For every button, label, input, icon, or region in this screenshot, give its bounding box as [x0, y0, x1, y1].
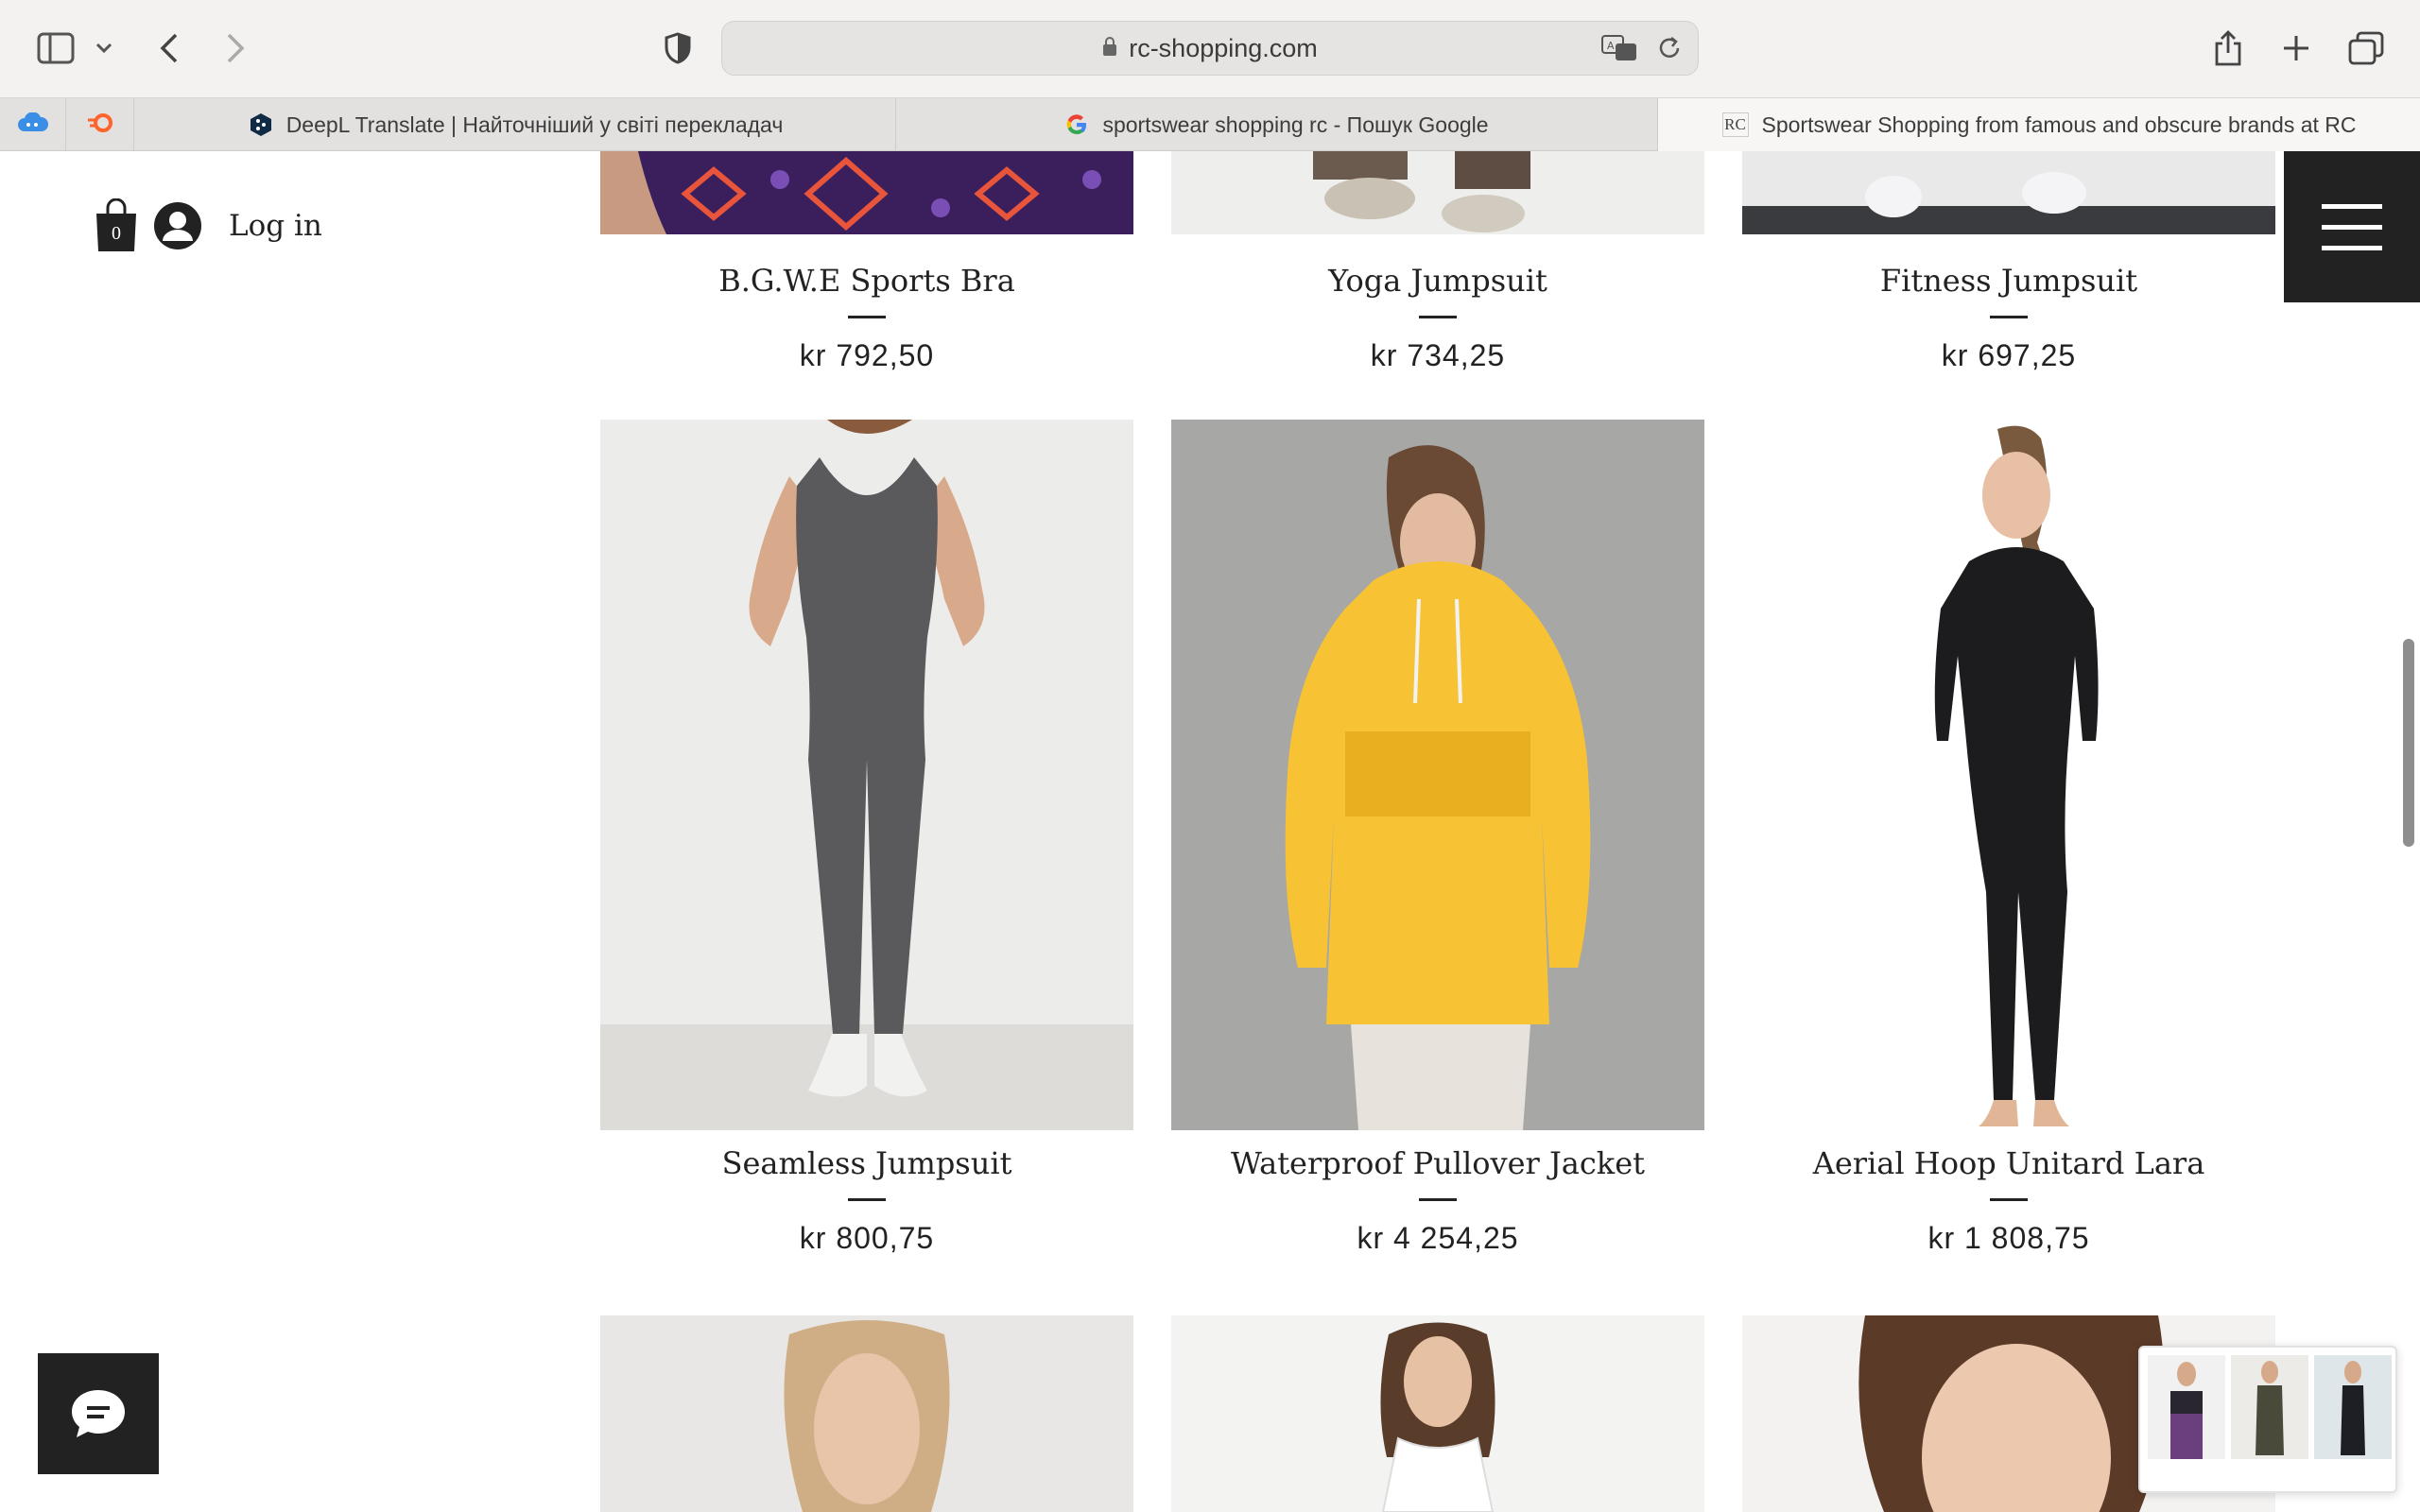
chevron-down-icon[interactable] — [79, 21, 129, 76]
recent-thumb-fitness-jumpsuit[interactable] — [2314, 1355, 2392, 1459]
product-card[interactable]: Yoga Jumpsuit kr 734,25 — [1171, 151, 1704, 397]
recent-thumb-sports-bra[interactable] — [2148, 1355, 2225, 1459]
forward-icon[interactable] — [208, 21, 263, 76]
product-card[interactable]: Fitness Jumpsuit kr 697,25 — [1742, 151, 2275, 397]
product-card[interactable] — [1171, 420, 1704, 1130]
product-price: kr 792,50 — [799, 338, 935, 372]
menu-bar — [2322, 203, 2382, 209]
title-divider — [1990, 316, 2028, 318]
pinned-tab-cloud[interactable] — [0, 98, 66, 151]
translate-icon[interactable]: A — [1601, 35, 1637, 66]
product-image[interactable] — [1742, 151, 2275, 234]
tab-title: DeepL Translate | Найточніший у світі пе… — [285, 112, 784, 137]
chat-button[interactable] — [38, 1353, 159, 1474]
cloud-icon — [17, 111, 49, 138]
cart-button[interactable]: 0 — [95, 198, 138, 253]
product-image[interactable] — [600, 151, 1133, 234]
menu-button[interactable] — [2284, 151, 2420, 302]
product-name[interactable]: B.G.W.E Sports Bra — [600, 263, 1133, 299]
browser-toolbar: rc-shopping.com A — [0, 0, 2420, 98]
lock-icon — [1102, 36, 1117, 61]
menu-bar — [2322, 224, 2382, 230]
user-avatar-icon[interactable] — [153, 201, 202, 250]
login-link[interactable]: Log in — [229, 209, 322, 243]
title-divider — [1419, 1198, 1457, 1201]
product-image[interactable] — [1171, 420, 1704, 1130]
product-price: kr 4 254,25 — [1357, 1221, 1519, 1255]
product-name[interactable]: Seamless Jumpsuit — [600, 1145, 1133, 1181]
recent-thumb-yoga-jumpsuit[interactable] — [2231, 1355, 2308, 1459]
title-divider — [1990, 1198, 2028, 1201]
chat-bubble-icon — [72, 1390, 125, 1437]
product-card[interactable] — [1171, 1315, 1704, 1512]
product-name[interactable]: Yoga Jumpsuit — [1171, 263, 1704, 299]
menu-bar — [2322, 245, 2382, 250]
product-price: kr 800,75 — [799, 1221, 935, 1255]
tab-deepl[interactable]: DeepL Translate | Найточніший у світі пе… — [136, 98, 896, 151]
tab-rc-shopping[interactable]: RC Sportswear Shopping from famous and o… — [1658, 98, 2420, 151]
product-price: kr 697,25 — [1941, 338, 2077, 372]
product-image[interactable] — [1171, 151, 1704, 234]
product-info: Aerial Hoop Unitard Lara kr 1 808,75 — [1742, 1145, 2275, 1297]
pinned-tab-semrush[interactable] — [68, 98, 134, 151]
privacy-shield-icon[interactable] — [650, 21, 705, 76]
tab-overview-icon[interactable] — [2339, 21, 2394, 76]
product-name[interactable]: Waterproof Pullover Jacket — [1171, 1145, 1704, 1181]
product-info: Seamless Jumpsuit kr 800,75 — [600, 1145, 1133, 1297]
share-icon[interactable] — [2201, 21, 2256, 76]
product-image[interactable] — [600, 1315, 1133, 1512]
site-header-left: 0 Log in — [95, 198, 322, 253]
svg-text:A: A — [1607, 40, 1615, 52]
page-scrollbar[interactable] — [2403, 639, 2414, 847]
product-image[interactable] — [1171, 1315, 1704, 1512]
sidebar-toggle-icon[interactable] — [28, 21, 83, 76]
product-card[interactable] — [600, 420, 1133, 1130]
product-price: kr 1 808,75 — [1927, 1221, 2090, 1255]
tab-title: Sportswear Shopping from famous and obsc… — [1761, 112, 2357, 137]
product-image[interactable] — [1742, 420, 2275, 1130]
title-divider — [1419, 316, 1457, 318]
back-icon[interactable] — [142, 21, 197, 76]
rc-icon: RC — [1721, 112, 1749, 137]
title-divider — [848, 316, 886, 318]
title-divider — [848, 1198, 886, 1201]
product-card[interactable] — [1742, 420, 2275, 1130]
tab-bar: DeepL Translate | Найточніший у світі пе… — [0, 98, 2420, 151]
tab-title: sportswear shopping rc - Пошук Google — [1102, 112, 1489, 137]
product-price: kr 734,25 — [1370, 338, 1506, 372]
reload-icon[interactable] — [1656, 35, 1683, 66]
tab-google[interactable]: sportswear shopping rc - Пошук Google — [896, 98, 1658, 151]
product-name[interactable]: Aerial Hoop Unitard Lara — [1742, 1145, 2275, 1181]
product-image[interactable] — [600, 420, 1133, 1130]
product-info: Waterproof Pullover Jacket kr 4 254,25 — [1171, 1145, 1704, 1297]
product-card[interactable] — [600, 1315, 1133, 1512]
google-icon — [1064, 112, 1089, 137]
page: 0 Log in B.G.W.E Sports Bra kr 792,50 Yo… — [0, 151, 2420, 1512]
new-tab-icon[interactable] — [2269, 21, 2324, 76]
recently-viewed-widget[interactable] — [2138, 1346, 2397, 1493]
semrush-icon — [86, 112, 116, 138]
deepl-icon — [249, 112, 273, 137]
url-text: rc-shopping.com — [1129, 33, 1318, 62]
product-card[interactable]: B.G.W.E Sports Bra kr 792,50 — [600, 151, 1133, 397]
address-bar[interactable]: rc-shopping.com A — [721, 21, 1699, 76]
cart-count: 0 — [112, 223, 121, 244]
product-name[interactable]: Fitness Jumpsuit — [1742, 263, 2275, 299]
